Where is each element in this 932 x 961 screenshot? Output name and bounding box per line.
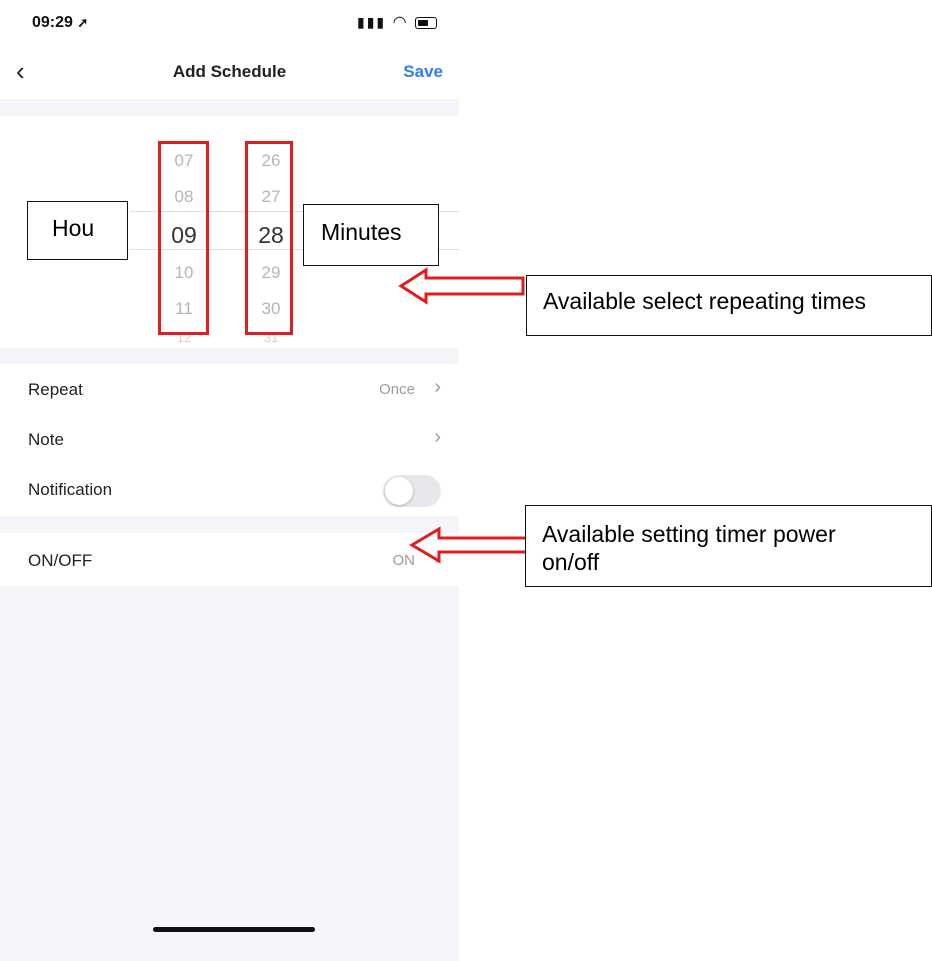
power-arrow-icon xyxy=(409,526,536,564)
toggle-knob xyxy=(385,477,413,505)
page-title: Add Schedule xyxy=(172,62,287,81)
wifi-icon: ◠ xyxy=(392,14,409,31)
minute-highlight-box xyxy=(245,141,293,335)
repeat-arrow-icon xyxy=(398,267,525,305)
notification-row: Notification xyxy=(0,464,459,514)
home-indicator xyxy=(153,927,315,932)
repeat-label: Repeat xyxy=(28,380,83,399)
signal-icon: ▮▮▮ xyxy=(357,14,387,30)
location-arrow-icon: ➚ xyxy=(77,15,89,30)
power-annotation: Available setting timer power on/off xyxy=(525,505,932,587)
status-time: 09:29 ➚ xyxy=(32,14,89,31)
repeat-value: Once xyxy=(379,381,415,398)
hour-annotation: Hou xyxy=(27,201,128,260)
chevron-right-icon: › xyxy=(434,426,441,448)
phone-screen: 09:29 ➚ ▮▮▮ ◠ ‹ Add Schedule Save 07 08 … xyxy=(0,0,459,961)
save-button[interactable]: Save xyxy=(403,62,443,82)
notification-toggle[interactable] xyxy=(383,475,441,507)
power-annotation-line1: Available setting timer power xyxy=(542,521,836,547)
status-icons: ▮▮▮ ◠ xyxy=(357,12,437,32)
notification-label: Notification xyxy=(28,480,113,499)
note-row[interactable]: Note › xyxy=(0,414,459,464)
note-label: Note xyxy=(28,430,64,449)
repeat-row[interactable]: Repeat Once › xyxy=(0,364,459,414)
power-row[interactable]: ON/OFF ON › xyxy=(0,535,459,585)
minutes-annotation: Minutes xyxy=(303,204,439,266)
power-annotation-line2: on/off xyxy=(542,549,600,575)
chevron-right-icon: › xyxy=(434,376,441,398)
battery-icon xyxy=(415,16,437,29)
repeat-annotation: Available select repeating times xyxy=(526,275,932,336)
power-group: ON/OFF ON › xyxy=(0,533,459,586)
hour-highlight-box xyxy=(158,141,209,335)
power-label: ON/OFF xyxy=(28,551,93,570)
settings-list: Repeat Once › Note › Notification xyxy=(0,364,459,516)
